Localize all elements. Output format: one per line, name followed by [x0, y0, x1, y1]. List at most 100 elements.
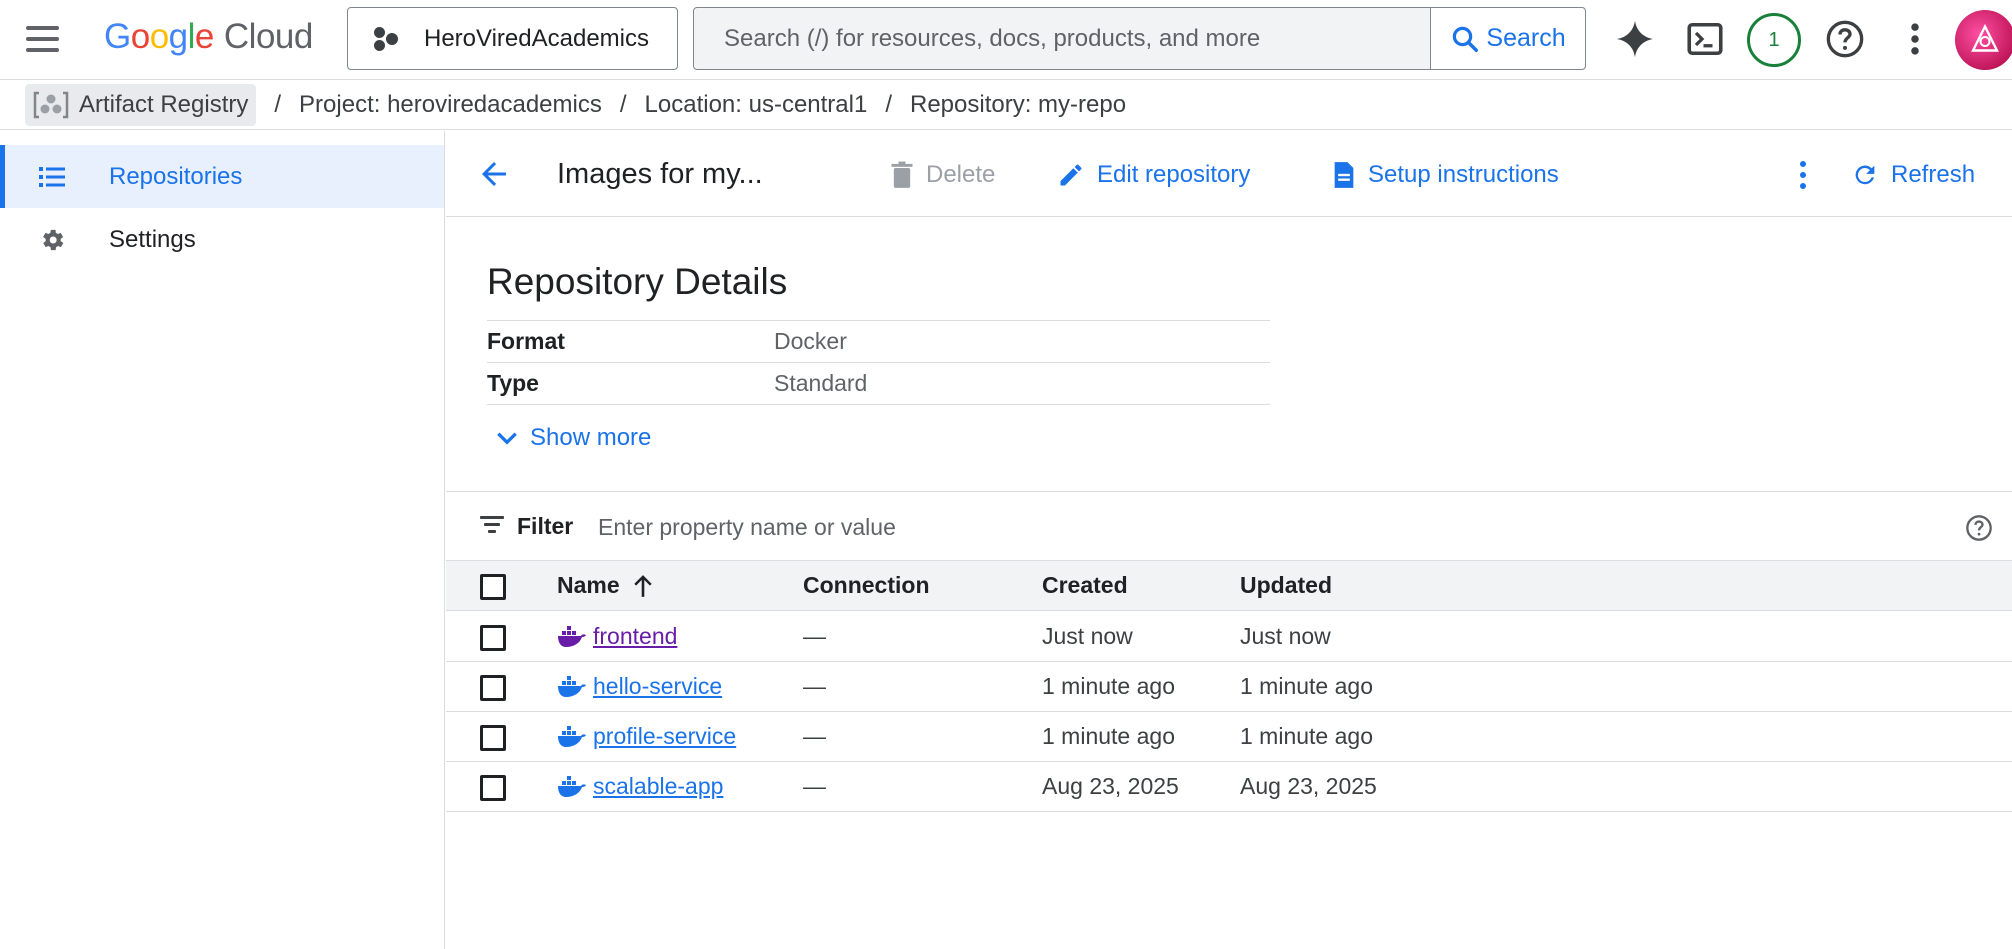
- image-name-link[interactable]: scalable-app: [557, 773, 723, 800]
- column-header-connection[interactable]: Connection: [803, 561, 930, 610]
- breadcrumb-separator: /: [619, 91, 627, 118]
- breadcrumb-location[interactable]: Location: us-central1: [645, 91, 868, 119]
- search-icon: [1453, 26, 1479, 52]
- column-label: Updated: [1240, 572, 1332, 598]
- show-more-button[interactable]: Show more: [494, 424, 651, 452]
- image-name-link[interactable]: frontend: [557, 623, 677, 650]
- gear-icon: [43, 229, 64, 251]
- document-icon: [1334, 162, 1354, 188]
- back-arrow-icon[interactable]: [476, 156, 512, 192]
- row-checkbox[interactable]: [480, 725, 506, 751]
- image-name: profile-service: [593, 723, 737, 749]
- sort-ascending-icon[interactable]: [632, 573, 654, 599]
- column-label: Name: [557, 572, 620, 598]
- side-navigation: Repositories Settings: [0, 131, 445, 949]
- project-dots-icon: [372, 25, 400, 53]
- search-button[interactable]: Search: [1430, 8, 1585, 69]
- search-button-label: Search: [1486, 24, 1566, 52]
- docker-icon: [558, 775, 586, 797]
- logo-product-name: Cloud: [223, 17, 313, 56]
- column-header-created[interactable]: Created: [1042, 561, 1128, 610]
- connection-cell: —: [803, 773, 826, 799]
- image-name-link[interactable]: hello-service: [557, 673, 722, 700]
- image-name: scalable-app: [593, 773, 724, 799]
- list-icon: [39, 167, 65, 187]
- table-row: profile-service — 1 minute ago 1 minute …: [446, 712, 2012, 762]
- logo-letter: o: [149, 17, 169, 56]
- chevron-down-icon: [497, 432, 517, 445]
- page-title: Images for my...: [557, 158, 763, 190]
- image-name: frontend: [593, 623, 678, 649]
- filter-icon: [480, 516, 504, 538]
- gemini-sparkle-icon[interactable]: [1612, 16, 1658, 62]
- pencil-icon: [1060, 164, 1082, 186]
- created-cell: Aug 23, 2025: [1042, 773, 1179, 799]
- created-cell: 1 minute ago: [1042, 723, 1175, 749]
- row-checkbox[interactable]: [480, 675, 506, 701]
- created-cell: Just now: [1042, 623, 1133, 649]
- setup-instructions-button[interactable]: Setup instructions: [1332, 155, 1559, 195]
- filter-help-icon[interactable]: [1965, 514, 1993, 542]
- breadcrumb-product-label: Artifact Registry: [79, 91, 249, 118]
- breadcrumb-repository[interactable]: Repository: my-repo: [910, 91, 1126, 119]
- avatar-emblem-icon: [1971, 23, 1999, 52]
- breadcrumb: Artifact Registry / Project: herovired​a…: [0, 81, 2012, 130]
- toolbar-more-icon[interactable]: [1788, 155, 1818, 195]
- project-picker-button[interactable]: HeroViredAcademics: [347, 7, 678, 70]
- artifact-registry-icon: [33, 91, 69, 119]
- account-avatar[interactable]: [1955, 10, 2012, 70]
- table-header: Name Connection Created Updated: [446, 561, 2012, 611]
- connection-cell: —: [803, 673, 826, 699]
- top-header: Google Cloud HeroViredAcademics Search 1: [0, 0, 2012, 80]
- filter-bar: Filter: [446, 491, 2012, 561]
- search-bar: Search: [693, 7, 1586, 70]
- breadcrumb-product[interactable]: Artifact Registry: [25, 84, 257, 126]
- breadcrumb-separator: /: [885, 91, 892, 118]
- details-row: Format Docker: [487, 321, 1270, 363]
- cloud-shell-icon[interactable]: [1682, 16, 1728, 62]
- updated-cell: Aug 23, 2025: [1240, 773, 1377, 799]
- image-name: hello-service: [593, 673, 723, 699]
- refresh-label: Refresh: [1891, 161, 1976, 188]
- details-key: Type: [487, 370, 539, 396]
- updated-cell: Just now: [1240, 623, 1331, 649]
- search-input[interactable]: [694, 8, 1430, 69]
- table-row: scalable-app — Aug 23, 2025 Aug 23, 2025: [446, 762, 2012, 812]
- docker-icon: [558, 725, 586, 747]
- column-header-updated[interactable]: Updated: [1240, 561, 1332, 610]
- filter-label: Filter: [517, 512, 574, 539]
- column-label: Connection: [803, 572, 930, 598]
- image-name-link[interactable]: profile-service: [557, 723, 736, 750]
- docker-icon: [558, 675, 586, 697]
- logo-letter: G: [104, 17, 131, 56]
- repository-details-title: Repository Details: [487, 261, 788, 302]
- column-header-name[interactable]: Name: [557, 561, 654, 610]
- main-content: Images for my... Delete Edit repository …: [446, 131, 2012, 949]
- docker-icon: [558, 625, 586, 647]
- select-all-checkbox[interactable]: [480, 574, 506, 600]
- logo-letter: g: [168, 17, 188, 56]
- main-menu-icon[interactable]: [26, 22, 66, 56]
- notifications-badge[interactable]: 1: [1746, 12, 1802, 68]
- more-options-icon[interactable]: [1892, 16, 1938, 62]
- breadcrumb-separator: /: [274, 91, 282, 118]
- refresh-button[interactable]: Refresh: [1851, 155, 1975, 195]
- edit-repository-button[interactable]: Edit repository: [1057, 155, 1250, 195]
- sidebar-item-repositories[interactable]: Repositories: [0, 145, 444, 208]
- refresh-icon: [1855, 165, 1875, 185]
- row-checkbox[interactable]: [480, 775, 506, 801]
- google-cloud-logo[interactable]: Google Cloud: [104, 14, 313, 60]
- breadcrumb-project[interactable]: Project: herovired​academics: [299, 91, 602, 119]
- sidebar-item-settings[interactable]: Settings: [0, 208, 444, 271]
- row-checkbox[interactable]: [480, 625, 506, 651]
- delete-button[interactable]: Delete: [890, 155, 995, 195]
- table-row: hello-service — 1 minute ago 1 minute ag…: [446, 662, 2012, 712]
- filter-input[interactable]: [598, 504, 1598, 550]
- table-row: frontend — Just now Just now: [446, 612, 2012, 662]
- action-toolbar: Images for my... Delete Edit repository …: [446, 131, 2012, 217]
- repository-details-table: Format Docker Type Standard: [487, 320, 1270, 405]
- logo-letter: o: [130, 17, 150, 56]
- details-value: Docker: [774, 328, 847, 354]
- help-question-icon[interactable]: [1822, 16, 1868, 62]
- setup-instructions-label: Setup instructions: [1368, 161, 1559, 188]
